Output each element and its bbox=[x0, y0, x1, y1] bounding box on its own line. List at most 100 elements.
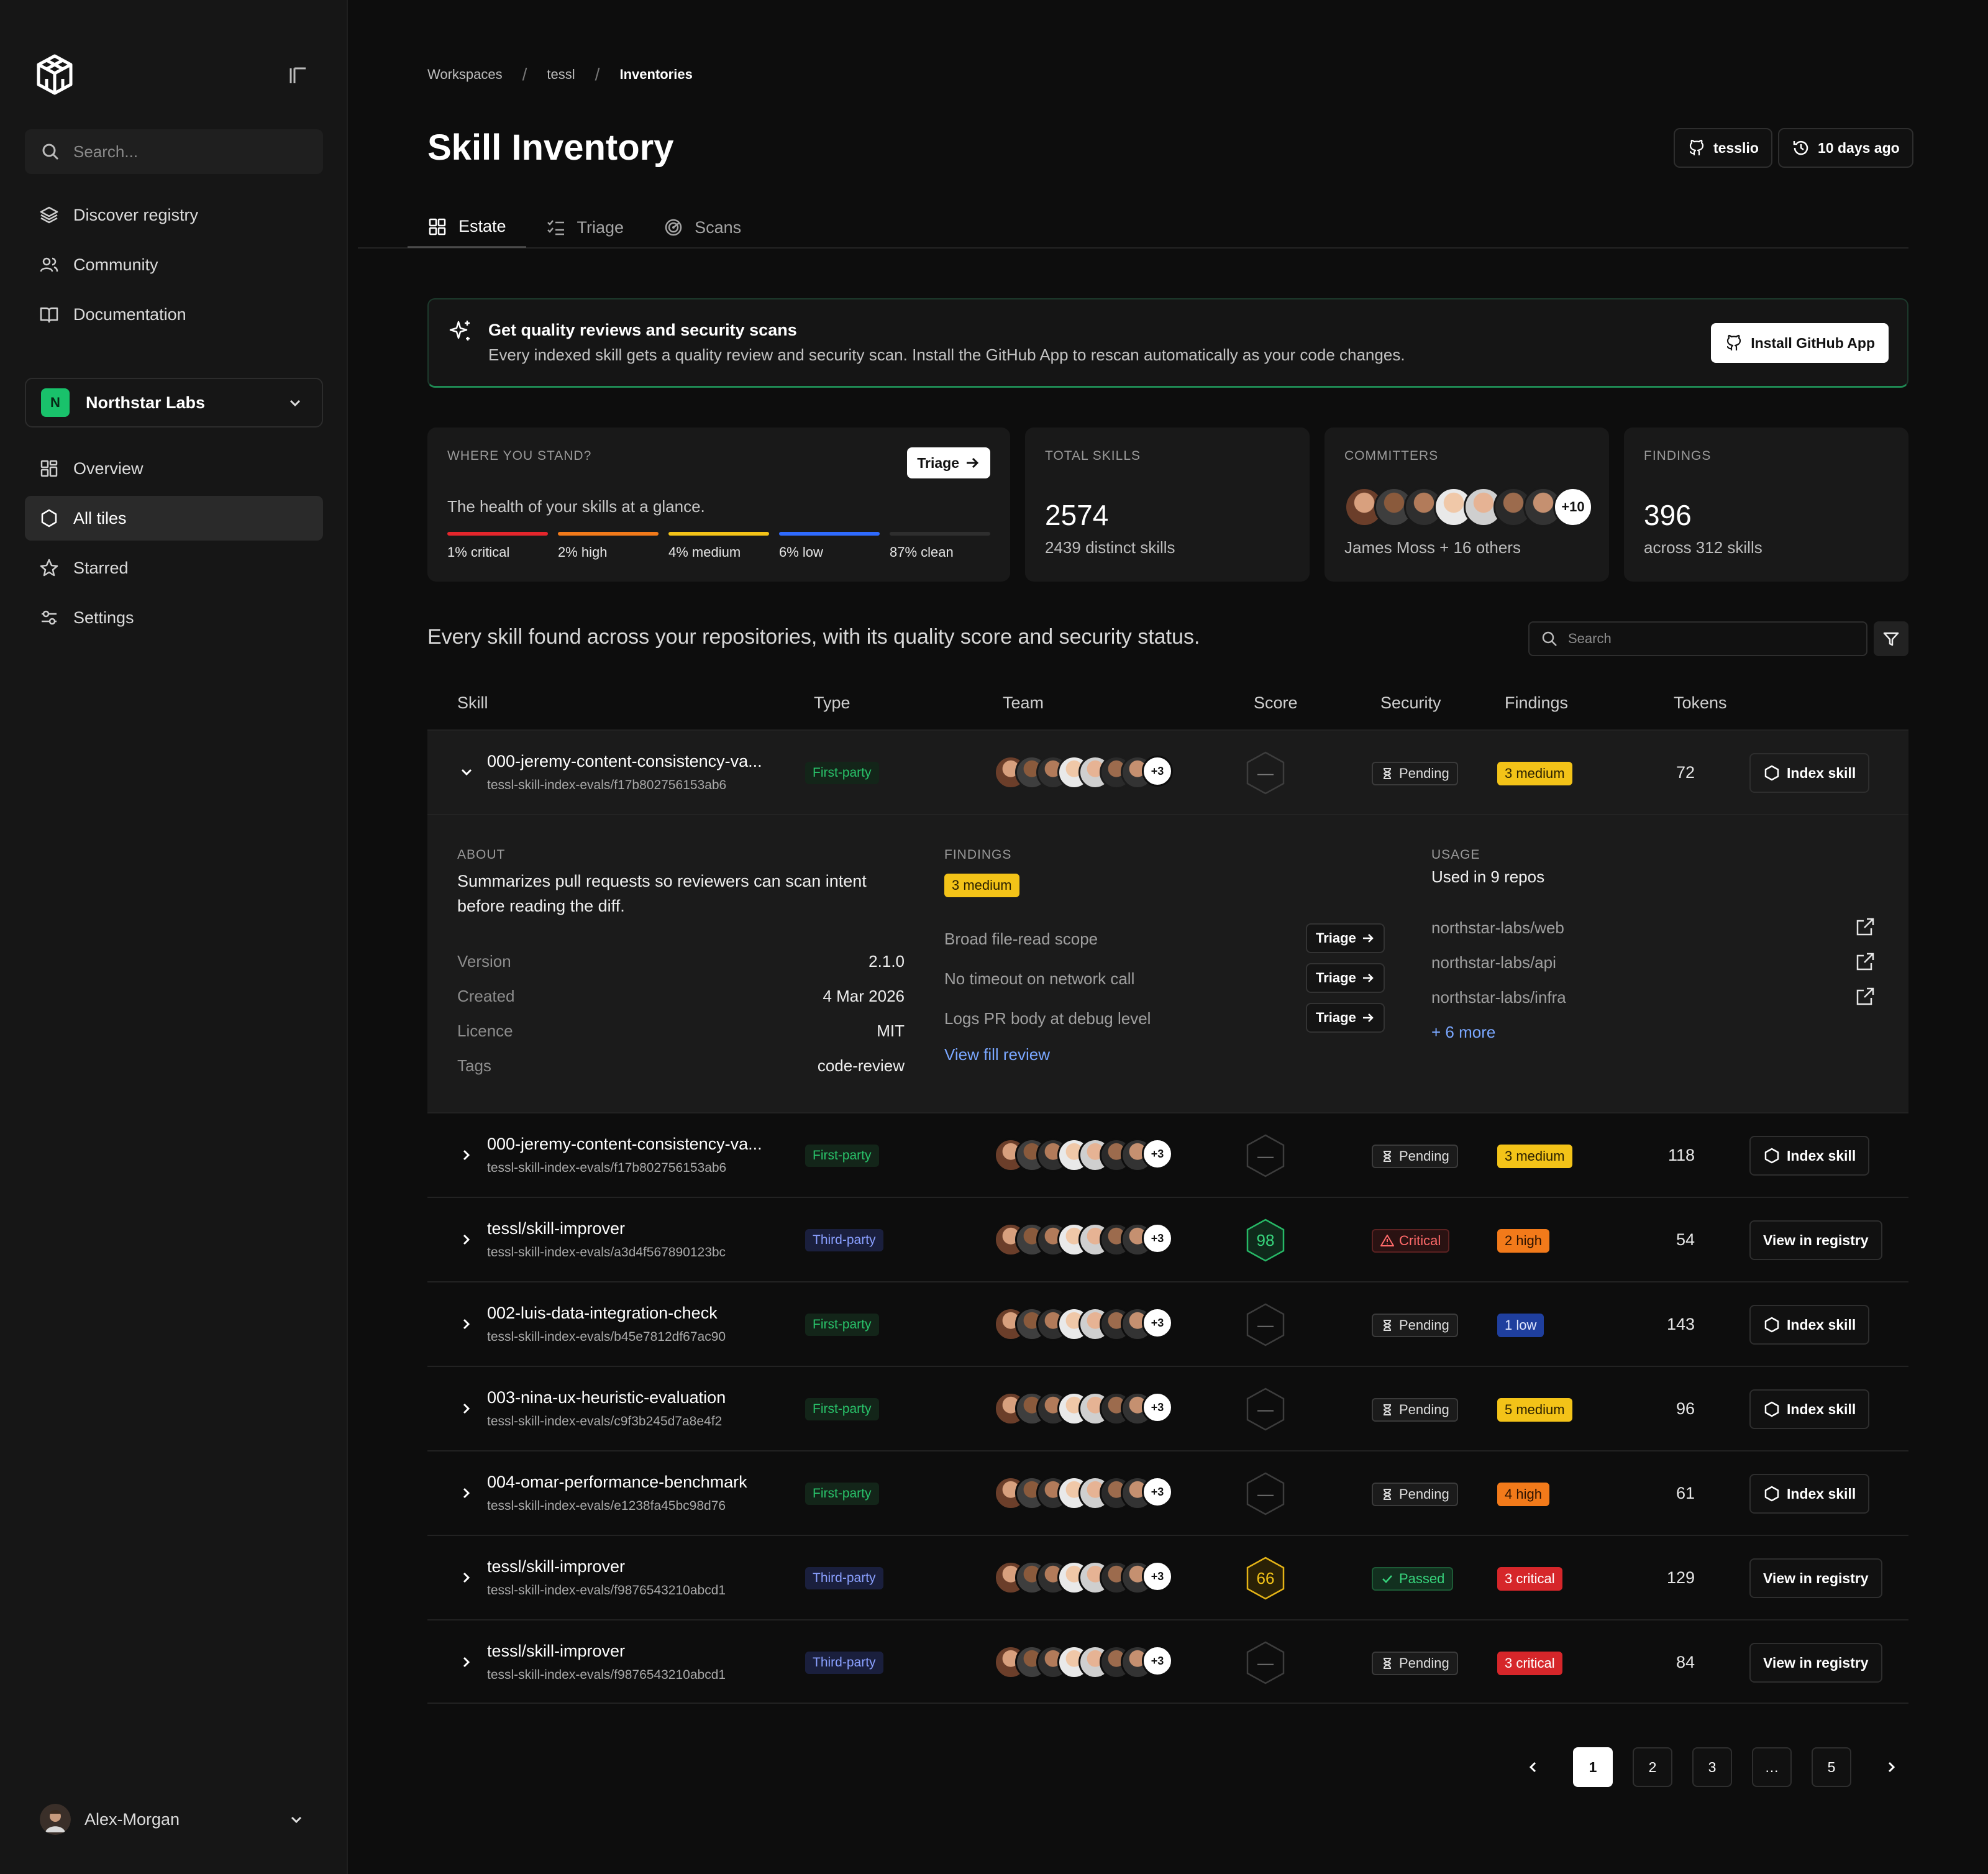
column-type[interactable]: Type bbox=[814, 693, 850, 713]
team-more-badge[interactable]: +3 bbox=[1142, 1223, 1173, 1254]
filter-button[interactable] bbox=[1874, 621, 1908, 656]
nav-starred[interactable]: Starred bbox=[25, 546, 323, 590]
meta-value[interactable]: code-review bbox=[818, 1056, 905, 1076]
skill-name[interactable]: 004-omar-performance-benchmark bbox=[487, 1473, 798, 1492]
chevron-right-icon[interactable] bbox=[457, 1146, 476, 1164]
install-github-app-button[interactable]: Install GitHub App bbox=[1711, 323, 1889, 363]
skill-detail-panel: ABOUT Summarizes pull requests so review… bbox=[427, 814, 1908, 1112]
finding-triage-button[interactable]: Triage bbox=[1306, 1003, 1385, 1033]
tab-estate[interactable]: Estate bbox=[408, 206, 526, 249]
triage-button[interactable]: Triage bbox=[907, 447, 990, 478]
view-full-review-link[interactable]: View fill review bbox=[944, 1045, 1050, 1064]
nav-discover-registry[interactable]: Discover registry bbox=[25, 193, 323, 237]
repo-name[interactable]: northstar-labs/api bbox=[1431, 953, 1556, 972]
index-skill-button[interactable]: Index skill bbox=[1749, 753, 1870, 793]
chevron-right-icon[interactable] bbox=[457, 1399, 476, 1418]
chevron-right-icon[interactable] bbox=[457, 1653, 476, 1671]
page-ellipsis[interactable]: … bbox=[1752, 1747, 1792, 1787]
view-in-registry-button[interactable]: View in registry bbox=[1749, 1220, 1882, 1260]
chevron-right-icon[interactable] bbox=[457, 1568, 476, 1587]
page-title: Skill Inventory bbox=[427, 127, 674, 168]
tab-divider bbox=[358, 247, 1908, 249]
tab-triage[interactable]: Triage bbox=[526, 206, 644, 249]
chevron-right-icon[interactable] bbox=[457, 1230, 476, 1249]
team-more-badge[interactable]: +3 bbox=[1142, 1392, 1173, 1423]
team-more-badge[interactable]: +3 bbox=[1142, 1476, 1173, 1507]
nav-community[interactable]: Community bbox=[25, 242, 323, 287]
token-count: 143 bbox=[1666, 1315, 1695, 1333]
chevron-right-icon[interactable] bbox=[457, 1315, 476, 1333]
org-switcher[interactable]: N Northstar Labs bbox=[25, 378, 323, 427]
tab-label: Triage bbox=[577, 217, 624, 237]
external-link-icon[interactable] bbox=[1854, 985, 1876, 1008]
skill-name[interactable]: 000-jeremy-content-consistency-va... bbox=[487, 1135, 798, 1154]
more-repos-link[interactable]: + 6 more bbox=[1431, 1023, 1495, 1042]
page-button-3[interactable]: 3 bbox=[1692, 1747, 1732, 1787]
page-button-5[interactable]: 5 bbox=[1812, 1747, 1851, 1787]
next-page-button[interactable] bbox=[1871, 1747, 1911, 1787]
column-findings[interactable]: Findings bbox=[1505, 693, 1568, 713]
index-skill-button[interactable]: Index skill bbox=[1749, 1305, 1870, 1345]
table-row[interactable]: 002-luis-data-integration-check tessl-sk… bbox=[427, 1281, 1908, 1366]
previous-page-button[interactable] bbox=[1513, 1747, 1553, 1787]
security-label: Pending bbox=[1399, 766, 1449, 781]
total-skills-label: TOTAL SKILLS bbox=[1045, 449, 1141, 463]
skill-name[interactable]: 000-jeremy-content-consistency-va... bbox=[487, 752, 798, 771]
table-search-input[interactable]: Search bbox=[1528, 621, 1867, 656]
breadcrumb-tessl[interactable]: tessl bbox=[547, 66, 575, 83]
security-label: Pending bbox=[1399, 1148, 1449, 1164]
skill-name[interactable]: tessl/skill-improver bbox=[487, 1219, 798, 1238]
index-skill-button[interactable]: Index skill bbox=[1749, 1474, 1870, 1514]
team-more-badge[interactable]: +3 bbox=[1142, 1561, 1173, 1592]
column-team[interactable]: Team bbox=[1003, 693, 1044, 713]
user-menu[interactable]: Alex-Morgan bbox=[25, 1799, 323, 1839]
tessl-logo-icon[interactable] bbox=[35, 53, 75, 96]
repo-name[interactable]: northstar-labs/infra bbox=[1431, 988, 1566, 1007]
external-link-icon[interactable] bbox=[1854, 951, 1876, 973]
column-security[interactable]: Security bbox=[1380, 693, 1441, 713]
committers-more-badge[interactable]: +10 bbox=[1553, 487, 1593, 527]
nav-all-tiles[interactable]: All tiles bbox=[25, 496, 323, 541]
team-more-badge[interactable]: +3 bbox=[1142, 1645, 1173, 1676]
team-more-badge[interactable]: +3 bbox=[1142, 756, 1173, 787]
nav-documentation[interactable]: Documentation bbox=[25, 292, 323, 337]
breadcrumb-workspaces[interactable]: Workspaces bbox=[427, 66, 503, 83]
index-skill-button[interactable]: Index skill bbox=[1749, 1136, 1870, 1176]
column-score[interactable]: Score bbox=[1254, 693, 1298, 713]
page-button-1[interactable]: 1 bbox=[1573, 1747, 1613, 1787]
table-row[interactable]: tessl/skill-improver tessl-skill-index-e… bbox=[427, 1535, 1908, 1619]
table-row[interactable]: tessl/skill-improver tessl-skill-index-e… bbox=[427, 1197, 1908, 1281]
page-button-2[interactable]: 2 bbox=[1633, 1747, 1672, 1787]
org-nav: Overview All tiles Starred Settings bbox=[25, 446, 323, 645]
table-row[interactable]: 000-jeremy-content-consistency-va... tes… bbox=[427, 1112, 1908, 1197]
table-row[interactable]: 003-nina-ux-heuristic-evaluation tessl-s… bbox=[427, 1366, 1908, 1450]
tab-scans[interactable]: Scans bbox=[644, 206, 761, 249]
external-link-icon[interactable] bbox=[1854, 916, 1876, 938]
finding-triage-button[interactable]: Triage bbox=[1306, 963, 1385, 993]
index-skill-button[interactable]: Index skill bbox=[1749, 1389, 1870, 1429]
skill-name[interactable]: tessl/skill-improver bbox=[487, 1642, 798, 1661]
column-skill[interactable]: Skill bbox=[457, 693, 488, 713]
org-name: Northstar Labs bbox=[86, 393, 206, 412]
nav-settings[interactable]: Settings bbox=[25, 595, 323, 640]
last-updated-button[interactable]: 10 days ago bbox=[1778, 128, 1913, 168]
view-in-registry-button[interactable]: View in registry bbox=[1749, 1643, 1882, 1683]
team-more-badge[interactable]: +3 bbox=[1142, 1307, 1173, 1338]
sidebar-search-input[interactable]: Search... bbox=[25, 129, 323, 174]
collapse-sidebar-icon[interactable] bbox=[287, 65, 309, 87]
skill-name[interactable]: 002-luis-data-integration-check bbox=[487, 1304, 798, 1323]
skill-name[interactable]: 003-nina-ux-heuristic-evaluation bbox=[487, 1388, 798, 1407]
chevron-right-icon[interactable] bbox=[457, 1484, 476, 1502]
table-row[interactable]: 000-jeremy-content-consistency-va... tes… bbox=[427, 729, 1908, 814]
repo-button[interactable]: tesslio bbox=[1674, 128, 1772, 168]
column-tokens[interactable]: Tokens bbox=[1674, 693, 1727, 713]
finding-triage-button[interactable]: Triage bbox=[1306, 923, 1385, 953]
team-more-badge[interactable]: +3 bbox=[1142, 1138, 1173, 1169]
chevron-down-icon[interactable] bbox=[457, 763, 476, 782]
table-row[interactable]: 004-omar-performance-benchmark tessl-ski… bbox=[427, 1450, 1908, 1535]
nav-overview[interactable]: Overview bbox=[25, 446, 323, 491]
skill-name[interactable]: tessl/skill-improver bbox=[487, 1557, 798, 1576]
table-row[interactable]: tessl/skill-improver tessl-skill-index-e… bbox=[427, 1619, 1908, 1704]
view-in-registry-button[interactable]: View in registry bbox=[1749, 1558, 1882, 1598]
repo-name[interactable]: northstar-labs/web bbox=[1431, 918, 1564, 937]
